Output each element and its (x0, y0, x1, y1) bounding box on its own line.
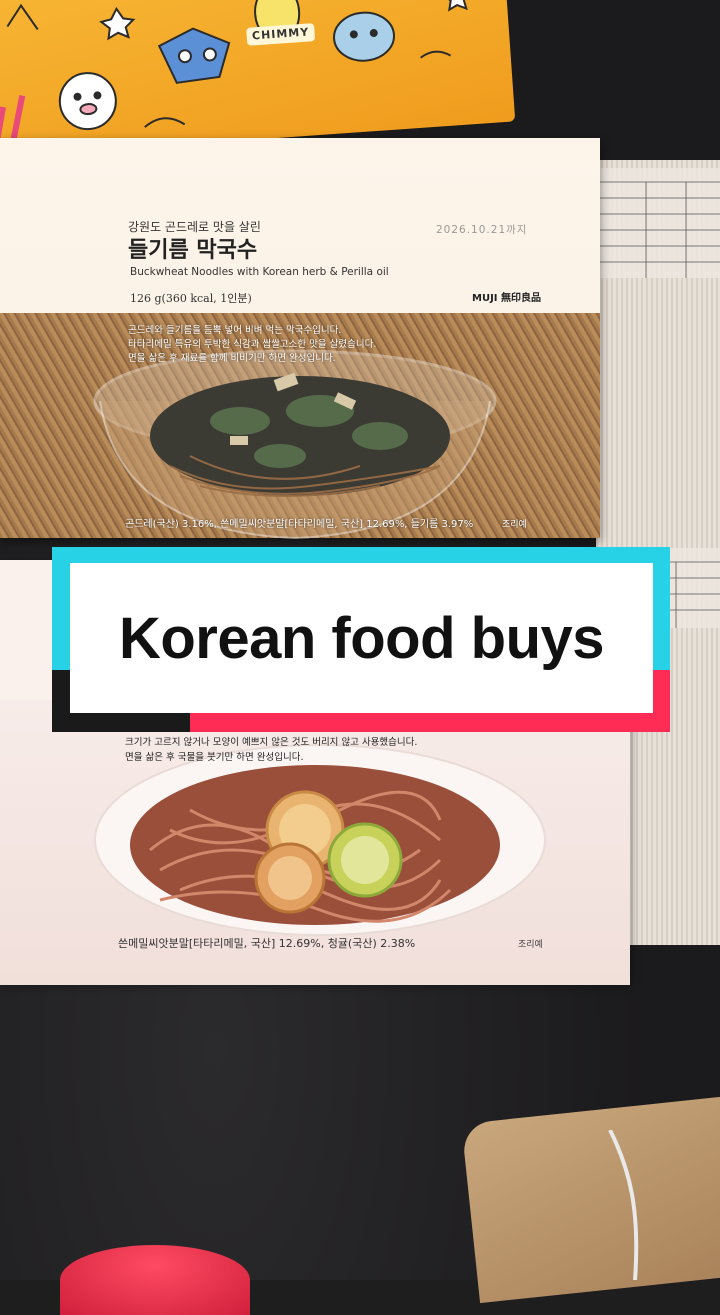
product-weight: 126 g(360 kcal, 1인분) (130, 292, 252, 305)
serving-suggestion-note: 조리예 (502, 520, 527, 530)
serving-suggestion-note: 조리예 (518, 940, 543, 950)
red-cloth (60, 1245, 250, 1315)
ingredients-text: 쓴메밀씨앗분말[타타리메밀, 국산] 12.69%, 청귤(국산) 2.38% (118, 937, 416, 950)
product-title-english: Buckwheat Noodles with Korean herb & Per… (130, 266, 389, 278)
caption-banner: Korean food buys (70, 563, 653, 713)
expiry-date: 2026.10.21까지 (436, 224, 528, 236)
caption-text: Korean food buys (118, 605, 605, 671)
description-line: 크기가 고르지 않거나 모양이 예쁘지 않은 것도 버리지 않고 사용했습니다. (125, 737, 418, 748)
product-description: 곤드레와 들기름을 듬뿍 넣어 비벼 먹는 막국수입니다. 타타리메밀 특유의 … (128, 324, 376, 366)
description-line: 면을 삶은 후 재료를 함께 비비기만 하면 완성입니다. (128, 353, 336, 364)
brand-logo: MUJI 無印良品 (472, 293, 541, 304)
charging-cable (608, 1130, 639, 1280)
description-line: 타타리메밀 특유의 투박한 식감과 쌉쌀고소한 맛을 살렸습니다. (128, 339, 377, 350)
ingredients-text: 곤드레(국산) 3.16%, 쓴메밀씨앗분말[타타리메밀, 국산] 12.69%… (125, 519, 474, 530)
product-title: 들기름 막국수 (128, 238, 258, 263)
nutrition-table (586, 168, 720, 278)
description-line: 곤드레와 들기름을 듬뿍 넣어 비벼 먹는 막국수입니다. (128, 325, 342, 336)
wooden-floor (461, 1096, 720, 1304)
description-line: 면을 삶은 후 국물을 붓기만 하면 완성입니다. (125, 752, 304, 763)
product-description: 크기가 고르지 않거나 모양이 예쁘지 않은 것도 버리지 않고 사용했습니다.… (125, 735, 417, 765)
